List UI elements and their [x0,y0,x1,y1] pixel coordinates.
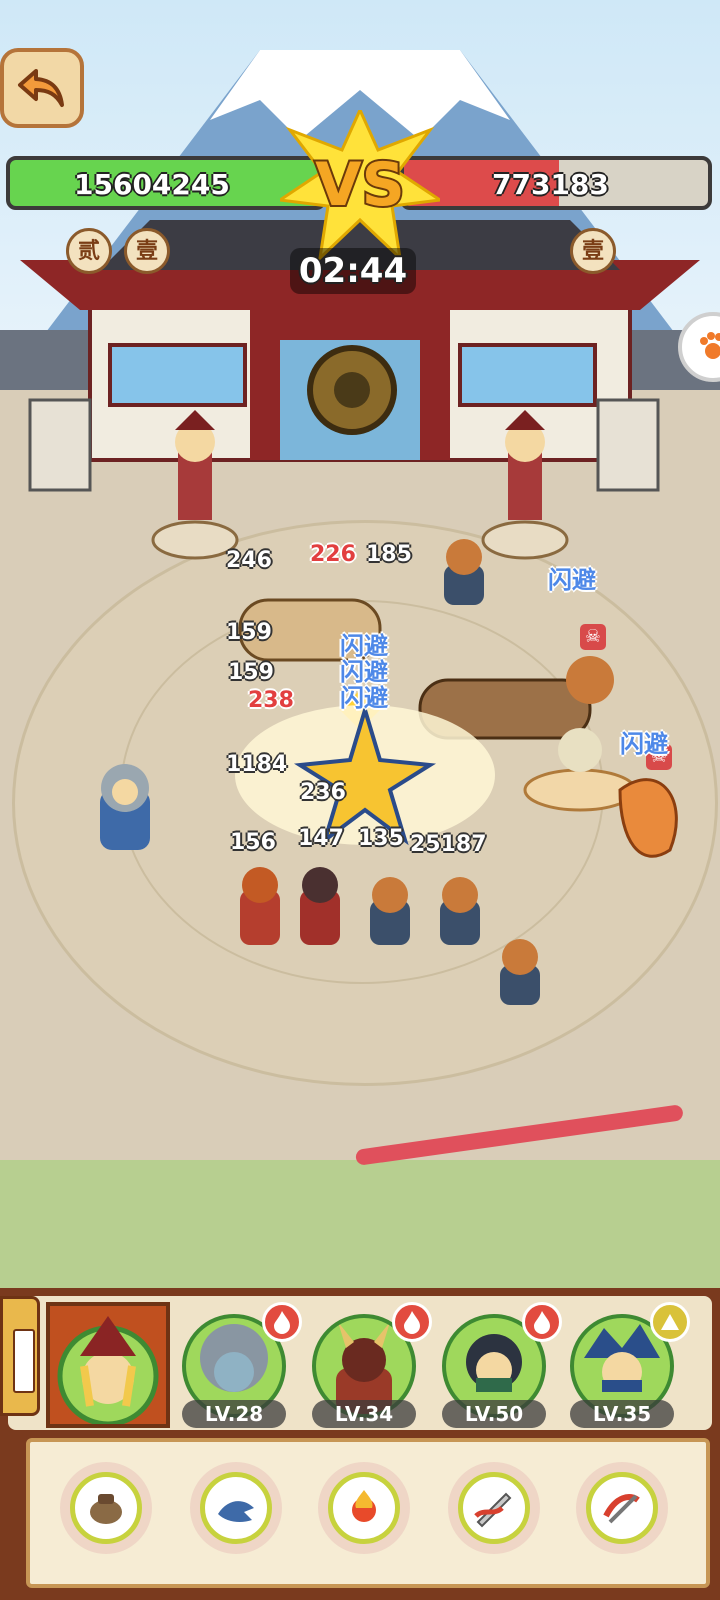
damage-number-critical: 238 [248,688,294,713]
enemy-group [523,656,678,858]
cat-ninja [444,539,484,605]
player-hp-bar: 15604245 [6,156,326,210]
cat-ninja [500,939,540,1005]
damage-number: 236 [300,780,346,805]
skill-button-blade[interactable] [448,1462,540,1554]
rank-badge: 贰 [66,228,112,274]
skill-button-sack[interactable] [60,1462,152,1554]
skill-button-fire[interactable] [318,1462,410,1554]
upgrade-badge [650,1302,690,1342]
cat-ninja-group [370,877,480,945]
hero-level: LV.35 [570,1400,674,1428]
vs-label: VS [315,150,405,220]
rank-badge: 壹 [570,228,616,274]
skill-ring [70,1472,142,1544]
fire-badge [392,1302,432,1342]
paw-icon [700,332,720,359]
vs-badge: VS [280,110,440,260]
skill-button-shark[interactable] [190,1462,282,1554]
skill-button-slash[interactable] [576,1462,668,1554]
rank-badge: 壹 [124,228,170,274]
dodge-label: 闪避 [340,684,388,712]
skill-ring [328,1472,400,1544]
player-power: 15604245 [74,168,230,201]
skill-ring [586,1472,658,1544]
damage-number: 156 [230,830,276,855]
skull-icon: ☠ [580,624,606,650]
sack-icon [90,1494,122,1524]
dodge-label: 闪避 [620,730,668,758]
hero-level: LV.28 [182,1400,286,1428]
damage-number: 1184 [226,752,288,777]
fire-badge [522,1302,562,1342]
damage-number: 25187 [410,832,487,857]
fire-icon [534,1311,550,1334]
grass [0,1160,720,1300]
damage-number: 159 [226,620,272,645]
hero-level: LV.34 [312,1400,416,1428]
dodge-label: 闪避 [548,566,596,594]
panel-toggle-tab[interactable] [0,1296,40,1416]
shark-hood-hero [100,764,150,850]
scroll-icon [13,1329,35,1393]
enemy-power: 773183 [492,168,609,201]
battle-timer: 02:44 [290,248,416,294]
skill-ring [458,1472,530,1544]
back-arrow-icon [18,69,64,107]
fire-badge [262,1302,302,1342]
hero-group [240,867,340,945]
fire-orb-icon [352,1490,376,1522]
mountain-arrow-icon [661,1314,679,1330]
enemy-hp-bar: 773183 [400,156,712,210]
skill-ring [200,1472,272,1544]
damage-number: 246 [226,548,272,573]
slash-icon [603,1494,640,1524]
damage-number-critical: 226 [310,542,356,567]
enemy-samurai-statue [151,410,239,560]
fire-icon [274,1311,290,1334]
leader-hero-card[interactable] [46,1302,170,1428]
fire-icon [404,1311,420,1334]
back-button[interactable] [0,48,84,128]
game-screen: 15604245 773183 VS 02:44 贰 壹 壹 ☠ ☠ 246 2… [0,0,720,1600]
hero-level: LV.50 [442,1400,546,1428]
damage-number: 159 [228,660,274,685]
blade-icon [474,1492,512,1528]
damage-number: 185 [366,542,412,567]
damage-number: 147 [298,826,344,851]
samurai-portrait-icon [57,1316,159,1427]
damage-number: 135 [358,826,404,851]
shark-icon [218,1501,254,1522]
